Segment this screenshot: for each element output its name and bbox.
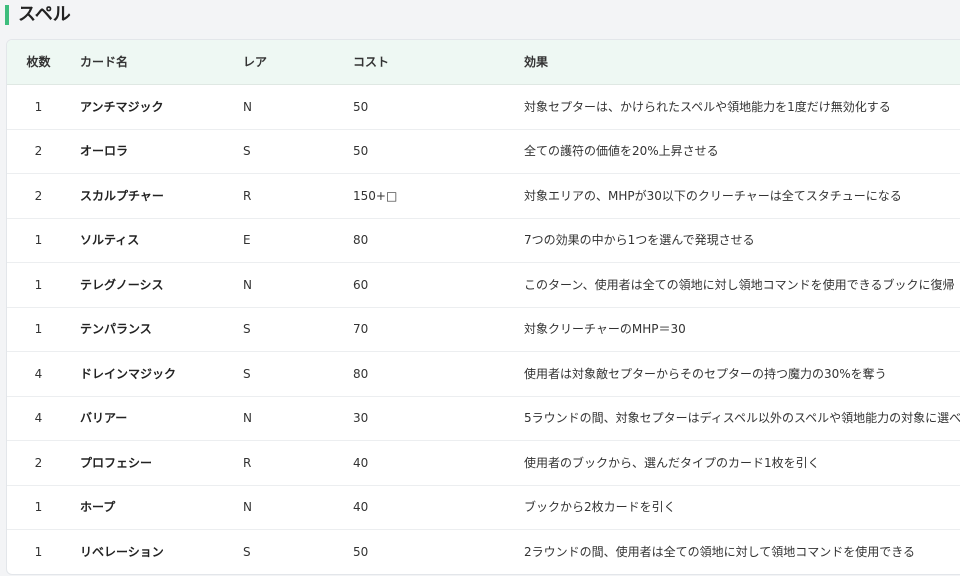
- cell-cost: 50: [353, 545, 369, 559]
- cell-effect: このターン、使用者は全ての領地に対し領地コマンドを使用できるブックに復帰: [524, 278, 955, 292]
- cell-name: ドレインマジック: [80, 367, 177, 381]
- cell-name: テンパランス: [80, 322, 152, 336]
- cell-effect: 対象クリーチャーのMHP＝30: [524, 322, 686, 336]
- table-row: 1 ホープ N 40 ブックから2枚カードを引く: [7, 485, 960, 530]
- cell-name: スカルプチャー: [80, 189, 164, 203]
- cell-cost: 150+□: [353, 189, 398, 203]
- cell-rarity: S: [243, 322, 251, 336]
- table-row: 1 テレグノーシス N 60 このターン、使用者は全ての領地に対し領地コマンドを…: [7, 263, 960, 308]
- table-row: 4 ドレインマジック S 80 使用者は対象敵セプターからそのセプターの持つ魔力…: [7, 352, 960, 397]
- header-cost: コスト: [353, 55, 390, 69]
- cell-effect: 対象エリアの、MHPが30以下のクリーチャーは全てスタチューになる: [524, 189, 902, 203]
- table-row: 1 リベレーション S 50 2ラウンドの間、使用者は全ての領地に対して領地コマ…: [7, 530, 960, 574]
- cell-rarity: S: [243, 367, 251, 381]
- cell-count: 4: [34, 367, 43, 381]
- cell-name: テレグノーシス: [80, 278, 164, 292]
- cell-count: 1: [34, 545, 43, 559]
- cell-count: 1: [34, 322, 43, 336]
- cell-effect: 使用者のブックから、選んだタイプのカード1枚を引く: [524, 456, 820, 470]
- cell-count: 1: [34, 233, 43, 247]
- cell-cost: 50: [353, 100, 369, 114]
- cell-count: 1: [34, 500, 43, 514]
- table-row: 2 オーロラ S 50 全ての護符の価値を20%上昇させる: [7, 129, 960, 174]
- table-header-row: 枚数 カード名 レア コスト 効果: [7, 40, 960, 85]
- cell-rarity: N: [243, 411, 252, 425]
- cell-rarity: N: [243, 100, 252, 114]
- header-count: 枚数: [26, 55, 51, 69]
- cell-effect: 全ての護符の価値を20%上昇させる: [524, 144, 719, 158]
- cell-cost: 70: [353, 322, 369, 336]
- section-header: スペル: [0, 0, 960, 30]
- table-row: 1 ソルティス E 80 7つの効果の中から1つを選んで発現させる: [7, 218, 960, 263]
- cell-cost: 60: [353, 278, 369, 292]
- spell-table: 枚数 カード名 レア コスト 効果 1 アンチマジック N 50 対象セプターは…: [6, 39, 960, 575]
- header-name: カード名: [80, 55, 129, 69]
- section-title: スペル: [18, 4, 71, 25]
- header-effect: 効果: [524, 55, 549, 69]
- cell-cost: 50: [353, 144, 369, 158]
- cell-effect: 使用者は対象敵セプターからそのセプターの持つ魔力の30%を奪う: [524, 367, 887, 381]
- cell-count: 1: [34, 278, 43, 292]
- cell-cost: 80: [353, 233, 369, 247]
- cell-cost: 30: [353, 411, 369, 425]
- table-row: 1 テンパランス S 70 対象クリーチャーのMHP＝30: [7, 307, 960, 352]
- cell-rarity: N: [243, 500, 252, 514]
- cell-effect: 対象セプターは、かけられたスペルや領地能力を1度だけ無効化する: [524, 100, 891, 114]
- cell-name: ソルティス: [80, 233, 140, 247]
- cell-count: 1: [34, 100, 43, 114]
- cell-count: 4: [34, 411, 43, 425]
- cell-rarity: S: [243, 144, 251, 158]
- cell-count: 2: [34, 189, 43, 203]
- cell-cost: 80: [353, 367, 369, 381]
- cell-name: プロフェシー: [80, 456, 153, 470]
- cell-count: 2: [34, 456, 43, 470]
- cell-cost: 40: [353, 500, 369, 514]
- cell-name: オーロラ: [80, 144, 129, 158]
- table-row: 1 アンチマジック N 50 対象セプターは、かけられたスペルや領地能力を1度だ…: [7, 85, 960, 130]
- cell-effect: 2ラウンドの間、使用者は全ての領地に対して領地コマンドを使用できる: [524, 545, 916, 559]
- cell-effect: ブックから2枚カードを引く: [524, 500, 676, 514]
- cell-name: アンチマジック: [80, 100, 164, 114]
- cell-name: ホープ: [80, 500, 116, 514]
- cell-rarity: R: [243, 456, 252, 470]
- cell-rarity: S: [243, 545, 251, 559]
- cell-count: 2: [34, 144, 43, 158]
- cell-cost: 40: [353, 456, 369, 470]
- cell-name: バリアー: [80, 411, 128, 425]
- cell-rarity: E: [243, 233, 251, 247]
- cell-effect: 7つの効果の中から1つを選んで発現させる: [524, 233, 755, 247]
- header-rarity: レア: [243, 55, 268, 69]
- cell-name: リベレーション: [80, 545, 164, 559]
- table-row: 2 スカルプチャー R 150+□ 対象エリアの、MHPが30以下のクリーチャー…: [7, 174, 960, 219]
- cell-rarity: R: [243, 189, 252, 203]
- section-accent-bar: [5, 5, 9, 25]
- table-row: 2 プロフェシー R 40 使用者のブックから、選んだタイプのカード1枚を引く: [7, 441, 960, 486]
- cell-effect: 5ラウンドの間、対象セプターはディスペル以外のスペルや領地能力の対象に選べない: [524, 411, 960, 425]
- cell-rarity: N: [243, 278, 252, 292]
- table-row: 4 バリアー N 30 5ラウンドの間、対象セプターはディスペル以外のスペルや領…: [7, 396, 960, 441]
